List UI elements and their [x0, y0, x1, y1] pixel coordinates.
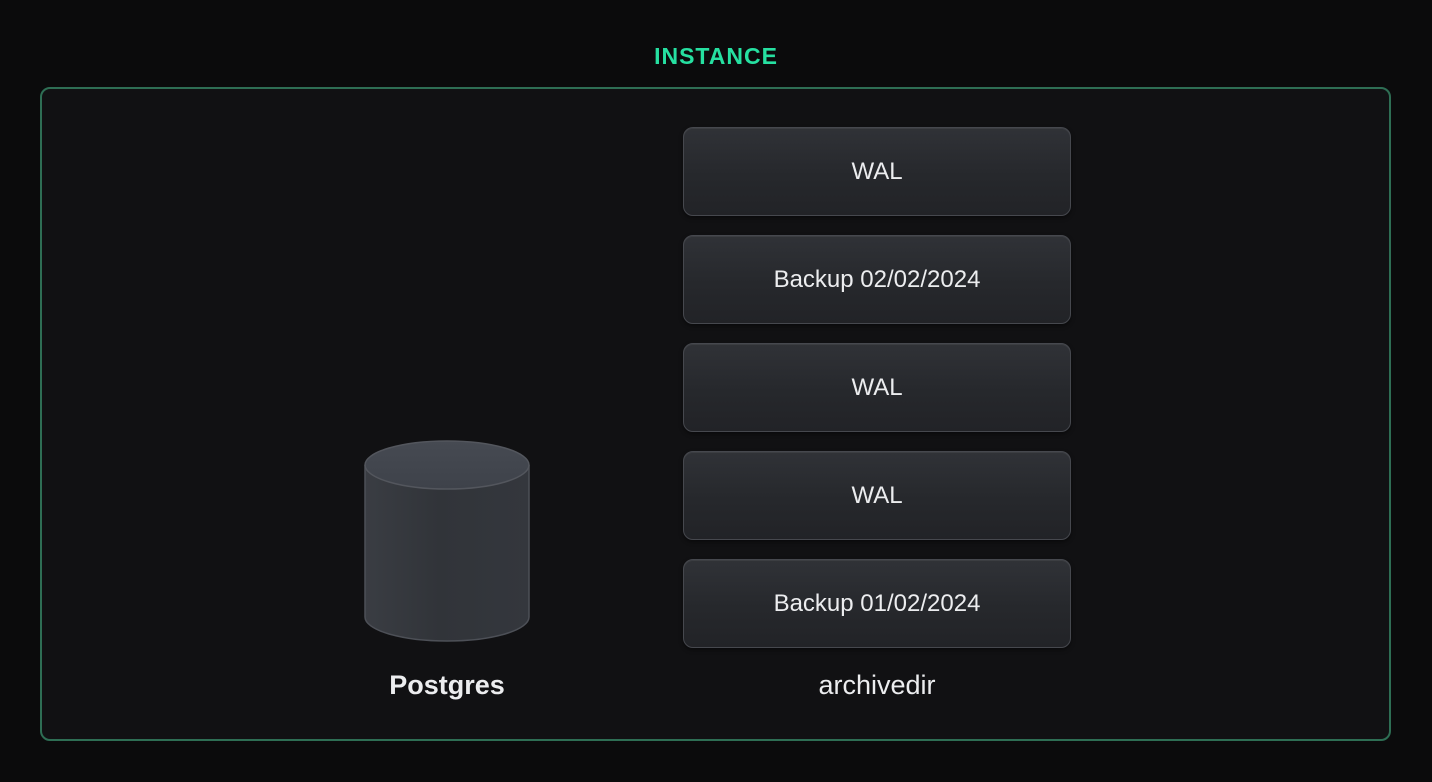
postgres-label: Postgres: [363, 670, 531, 701]
backup-box: Backup 01/02/2024: [683, 559, 1071, 648]
instance-boundary: Postgres WAL Backup 02/02/2024 WAL WAL B…: [40, 87, 1391, 741]
backup-box-label: Backup 01/02/2024: [774, 590, 981, 618]
wal-box-label: WAL: [851, 482, 902, 510]
backup-box-label: Backup 02/02/2024: [774, 266, 981, 294]
database-cylinder-icon: [363, 439, 531, 643]
wal-box: WAL: [683, 343, 1071, 432]
wal-box: WAL: [683, 127, 1071, 216]
backup-box: Backup 02/02/2024: [683, 235, 1071, 324]
wal-box-label: WAL: [851, 158, 902, 186]
archivedir-label: archivedir: [683, 670, 1071, 701]
instance-title: INSTANCE: [0, 43, 1432, 70]
wal-box: WAL: [683, 451, 1071, 540]
wal-box-label: WAL: [851, 374, 902, 402]
